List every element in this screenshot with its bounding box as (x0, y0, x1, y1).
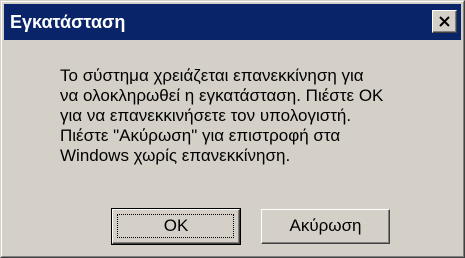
title-bar[interactable]: Εγκατάσταση (4, 4, 461, 40)
dialog-frame: Εγκατάσταση Το σύστημα χρειάζεται επανεκ… (1, 1, 464, 257)
message-line: Πιέστε "Ακύρωση" για επιστροφή στα (60, 126, 341, 145)
close-x-icon (439, 16, 450, 27)
ok-button[interactable]: OK (111, 208, 241, 245)
message-line: Windows χωρίς επανεκκίνηση. (60, 146, 291, 165)
restart-dialog: Εγκατάσταση Το σύστημα χρειάζεται επανεκ… (0, 0, 465, 258)
message-line: Το σύστημα χρειάζεται επανεκκίνηση για (60, 66, 364, 85)
message-line: για να επανεκκινήσετε τον υπολογιστή. (60, 106, 352, 125)
cancel-button[interactable]: Ακύρωση (261, 209, 390, 244)
window-title: Εγκατάσταση (10, 12, 126, 32)
cancel-button-label: Ακύρωση (289, 216, 362, 235)
message-line: να ολοκληρωθεί η εγκατάσταση. Πιέστε OK (60, 86, 384, 105)
dialog-message: Το σύστημα χρειάζεται επανεκκίνηση για ν… (60, 66, 450, 166)
ok-button-label: OK (163, 216, 189, 235)
close-button[interactable] (432, 10, 457, 33)
